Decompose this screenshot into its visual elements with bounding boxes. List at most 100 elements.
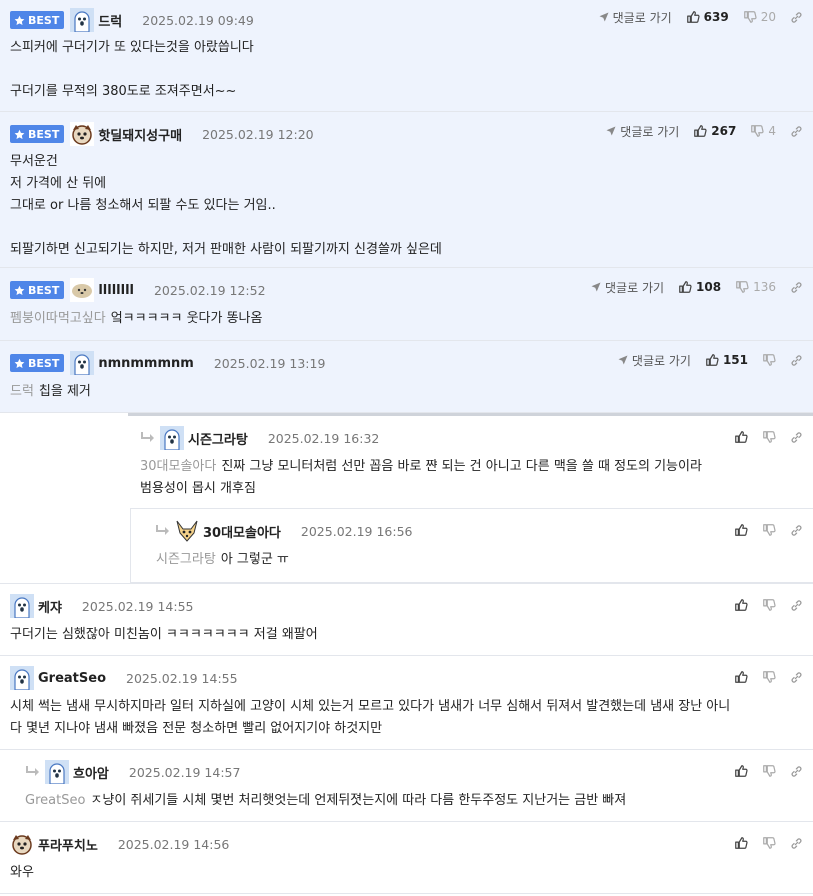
avatar[interactable]: [45, 760, 69, 784]
thumbs-down-icon: [762, 836, 776, 850]
link-icon: [790, 354, 803, 367]
mention-tag[interactable]: GreatSeo: [25, 793, 85, 808]
comment-item: BEST 핫딜돼지성구매 2025.02.19 12:20 댓글로 가기 267…: [0, 112, 813, 268]
copy-link-button[interactable]: [790, 281, 803, 294]
reply-arrow-icon: [155, 524, 171, 538]
downvote-button[interactable]: [762, 670, 776, 684]
upvote-count: 267: [711, 124, 737, 138]
upvote-button[interactable]: [734, 764, 748, 778]
copy-link-button[interactable]: [790, 354, 803, 367]
comment-text: 그대로 or 나름 청소해서 되팔 수도 있다는 거임..: [10, 198, 276, 213]
go-to-reply-link[interactable]: 댓글로 가기: [617, 352, 691, 369]
avatar[interactable]: [70, 278, 94, 302]
best-badge: BEST: [10, 354, 65, 372]
mention-tag[interactable]: 드럭: [10, 384, 34, 399]
comment-item: 케쟈 2025.02.19 14:55 구더기는 심했잖아 미친놈이 ㅋㅋㅋㅋㅋ…: [0, 583, 813, 656]
thumbs-up-icon: [734, 764, 748, 778]
comment-date: 2025.02.19 12:52: [153, 282, 266, 298]
comment-nickname[interactable]: GreatSeo: [38, 671, 106, 686]
avatar[interactable]: [175, 519, 199, 543]
best-badge: BEST: [10, 281, 65, 299]
downvote-count: 4: [768, 124, 776, 138]
star-icon: [14, 15, 25, 26]
comment-text: 무서운건: [10, 154, 58, 169]
go-to-reply-link[interactable]: 댓글로 가기: [590, 279, 664, 296]
go-to-reply-link[interactable]: 댓글로 가기: [598, 9, 672, 26]
copy-link-button[interactable]: [790, 837, 803, 850]
downvote-button[interactable]: [762, 598, 776, 612]
thumbs-down-icon: [762, 764, 776, 778]
avatar[interactable]: [70, 8, 94, 32]
comment-nickname[interactable]: nmnmmmnm: [98, 356, 194, 371]
upvote-button[interactable]: 267: [693, 124, 736, 138]
comment-nickname[interactable]: 푸라푸치노: [38, 835, 98, 854]
thumbs-down-icon: [762, 353, 776, 367]
mention-tag[interactable]: 시즌그라탕: [156, 552, 216, 567]
go-to-reply-link[interactable]: 댓글로 가기: [605, 123, 679, 140]
copy-link-button[interactable]: [790, 125, 803, 138]
copy-link-button[interactable]: [790, 765, 803, 778]
comment-nickname[interactable]: 시즌그라탕: [188, 429, 248, 448]
comment-body: 펨붕이따먹고싶다 엌ㅋㅋㅋㅋㅋ 웃다가 똥나옴: [10, 308, 262, 330]
link-icon: [790, 281, 803, 294]
comment-nickname[interactable]: 핫딜돼지성구매: [98, 125, 182, 144]
comment-text: 다 몇년 지나야 냄새 빠졌음 전문 청소하면 빨리 없어지기야 하것지만: [10, 721, 383, 736]
downvote-button[interactable]: [762, 353, 776, 367]
downvote-button[interactable]: [762, 523, 776, 537]
upvote-button[interactable]: [734, 836, 748, 850]
copy-link-button[interactable]: [790, 599, 803, 612]
avatar[interactable]: [10, 832, 34, 856]
downvote-button[interactable]: [762, 764, 776, 778]
comment-item: 푸라푸치노 2025.02.19 14:56 와우: [0, 822, 813, 894]
thumbs-up-icon: [686, 10, 700, 24]
comment-text: 저 가격에 산 뒤에: [10, 176, 107, 191]
thumbs-down-icon: [762, 670, 776, 684]
best-badge-label: BEST: [28, 13, 60, 27]
comment-nickname[interactable]: 케쟈: [38, 597, 62, 616]
avatar[interactable]: [10, 594, 34, 618]
thumbs-up-icon: [678, 280, 692, 294]
comment-text: 되팔기하면 신고되기는 하지만, 저거 판매한 사람이 되팔기까지 신경쓸까 싶…: [10, 242, 442, 257]
comment-date: 2025.02.19 13:19: [213, 355, 326, 371]
upvote-button[interactable]: [734, 670, 748, 684]
avatar[interactable]: [70, 351, 94, 375]
mention-tag[interactable]: 30대모솔아다: [140, 459, 216, 474]
avatar[interactable]: [10, 666, 34, 690]
comment-nickname[interactable]: 흐아암: [73, 763, 109, 782]
upvote-count: 151: [722, 353, 748, 367]
comment-body: 무서운건저 가격에 산 뒤에그대로 or 나름 청소해서 되팔 수도 있다는 거…: [10, 151, 442, 261]
copy-link-button[interactable]: [790, 524, 803, 537]
downvote-button[interactable]: 20: [743, 10, 776, 24]
comment-text: 범용성이 몹시 개후짐: [140, 481, 256, 496]
comment-text: 아 그렇군 ㅠ: [220, 552, 289, 567]
downvote-button[interactable]: [762, 430, 776, 444]
copy-link-button[interactable]: [790, 431, 803, 444]
comment-body: 시체 썩는 냄새 무시하지마라 일터 지하실에 고양이 시체 있는거 모르고 있…: [10, 696, 805, 740]
comment-body: 구더기는 심했잖아 미친놈이 ㅋㅋㅋㅋㅋㅋㅋ 저걸 왜팔어: [10, 624, 318, 646]
thumbs-up-icon: [734, 836, 748, 850]
copy-link-button[interactable]: [790, 671, 803, 684]
upvote-button[interactable]: [734, 523, 748, 537]
upvote-button[interactable]: [734, 430, 748, 444]
downvote-button[interactable]: 136: [735, 280, 776, 294]
comment-nickname[interactable]: llllllll: [98, 283, 134, 298]
upvote-button[interactable]: 639: [686, 10, 729, 24]
downvote-button[interactable]: [762, 836, 776, 850]
downvote-count: 20: [760, 10, 776, 24]
comment-text: 칩을 제거: [38, 384, 91, 399]
best-badge-label: BEST: [28, 283, 60, 297]
avatar[interactable]: [160, 426, 184, 450]
upvote-button[interactable]: 108: [678, 280, 721, 294]
avatar[interactable]: [70, 122, 94, 146]
mention-tag[interactable]: 펨붕이따먹고싶다: [10, 311, 106, 326]
comment-nickname[interactable]: 드럭: [98, 11, 122, 30]
comment-text: 스피커에 구더기가 또 있다는것을 아랐씁니다: [10, 40, 254, 55]
thumbs-down-icon: [743, 10, 757, 24]
upvote-button[interactable]: 151: [705, 353, 748, 367]
comment-nickname[interactable]: 30대모솔아다: [203, 522, 281, 541]
star-icon: [14, 285, 25, 296]
upvote-button[interactable]: [734, 598, 748, 612]
thumbs-down-icon: [762, 523, 776, 537]
downvote-button[interactable]: 4: [750, 124, 776, 138]
copy-link-button[interactable]: [790, 11, 803, 24]
